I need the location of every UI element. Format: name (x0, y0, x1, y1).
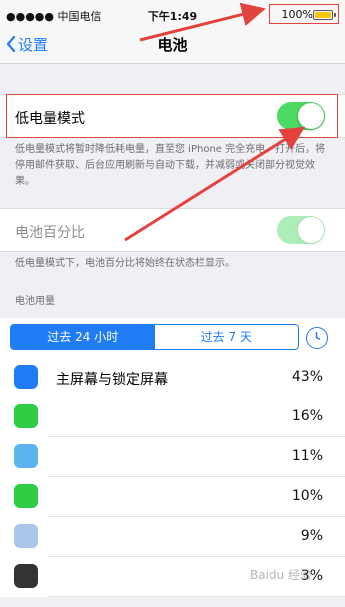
battery-usage-header: 电池用量 (15, 296, 55, 307)
tab-last-7-days[interactable]: 过去 7 天 (154, 325, 298, 349)
app-icon (14, 444, 38, 468)
battery-tip (334, 13, 336, 17)
app-usage-percent: 11% (291, 448, 323, 464)
battery-percentage-label: 电池百分比 (15, 225, 85, 241)
low-power-highlight-box (6, 94, 338, 138)
app-icon (14, 404, 38, 428)
tab-last-24-hours[interactable]: 过去 24 小时 (11, 325, 155, 349)
battery-percentage-footnote: 低电量模式下，电池百分比将始终在状态栏显示。 (15, 258, 235, 269)
app-usage-percent: 9% (300, 528, 323, 544)
app-usage-percent: 43% (291, 369, 323, 385)
battery-percentage-cell: 电池百分比 (0, 208, 345, 252)
clock-icon[interactable] (306, 327, 328, 349)
app-icon (14, 524, 38, 548)
row-divider (48, 596, 345, 597)
app-usage-percent: 16% (291, 408, 323, 424)
usage-row[interactable]: 16% (0, 397, 345, 437)
watermark: Baidu 经验 (250, 568, 312, 582)
usage-row[interactable]: 9% (0, 517, 345, 557)
battery-percentage-toggle[interactable] (277, 216, 325, 244)
app-icon (14, 484, 38, 508)
low-power-footnote: 低电量模式将暂时降低耗电量，直至您 iPhone 完全充电。打开后，将停用邮件获… (15, 144, 326, 187)
usage-row[interactable]: 10% (0, 477, 345, 517)
app-usage-percent: 10% (291, 488, 323, 504)
app-name: 主屏幕与锁定屏幕 (56, 372, 168, 388)
usage-period-segmented-control: 过去 24 小时 过去 7 天 (10, 324, 299, 350)
battery-percent-label: 100% (281, 8, 313, 21)
usage-row[interactable]: 主屏幕与锁定屏幕 43% (0, 358, 345, 398)
usage-row[interactable]: 11% (0, 437, 345, 477)
page-title: 电池 (157, 36, 188, 54)
app-icon (14, 365, 38, 389)
app-icon (14, 564, 38, 588)
battery-icon (313, 10, 333, 20)
